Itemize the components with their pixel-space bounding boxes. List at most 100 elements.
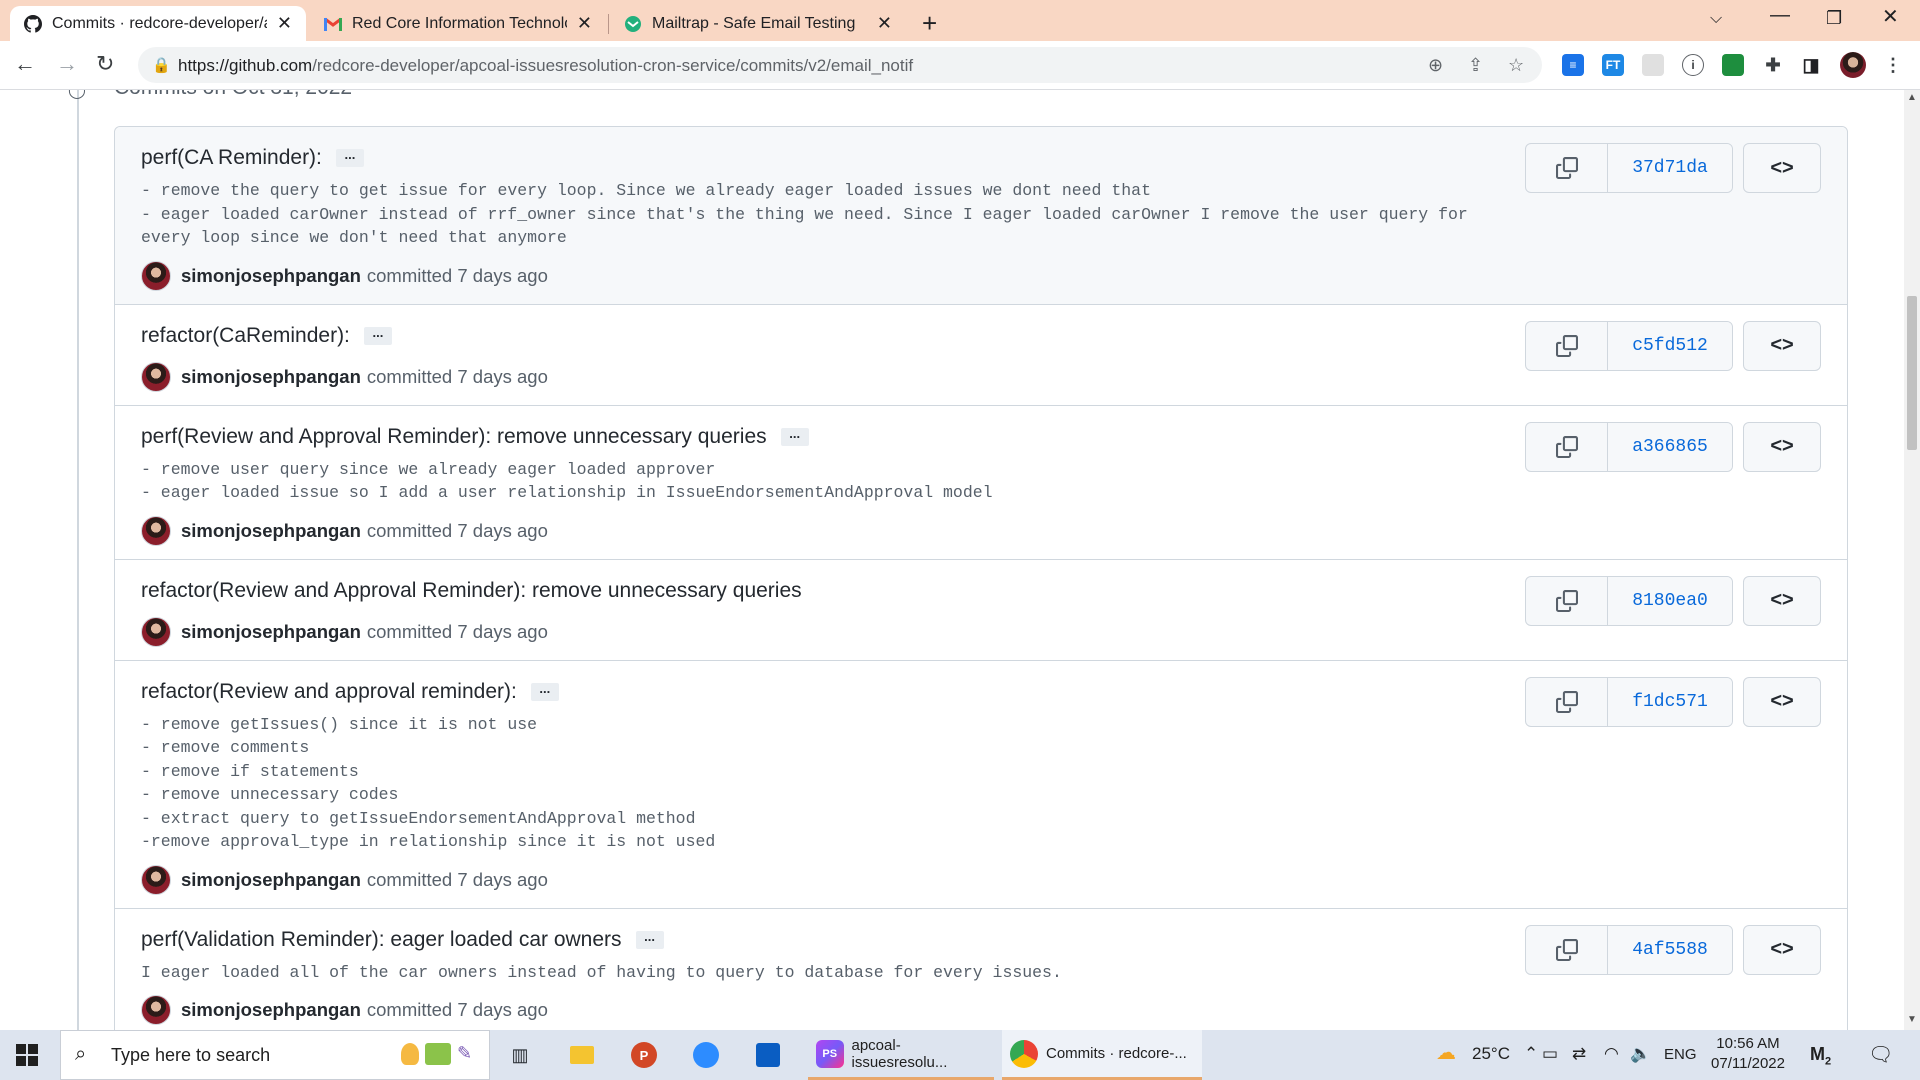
extension-green-icon[interactable] <box>1722 54 1744 76</box>
copy-sha-button[interactable] <box>1526 677 1608 726</box>
commit-sha-link[interactable]: f1dc571 <box>1608 677 1732 726</box>
scroll-down-arrow-icon[interactable]: ▼ <box>1907 1014 1917 1025</box>
back-arrow-icon[interactable]: ← <box>14 51 36 77</box>
commit-sha-link[interactable]: 37d71da <box>1608 144 1732 192</box>
browse-repo-button[interactable]: <> <box>1743 143 1821 193</box>
tab-gmail[interactable]: Red Core Information Technology ✕ <box>310 6 606 41</box>
file-explorer-icon[interactable] <box>566 1039 598 1071</box>
browse-repo-button[interactable]: <> <box>1743 924 1821 975</box>
copy-icon <box>1555 157 1578 179</box>
commit-author-link[interactable]: simonjosephpangan <box>181 869 361 891</box>
copy-sha-button[interactable] <box>1526 321 1608 370</box>
copy-sha-button[interactable] <box>1526 925 1608 974</box>
zoom-app-icon[interactable] <box>690 1039 722 1071</box>
powerpoint-icon[interactable]: P <box>628 1039 660 1071</box>
volume-icon[interactable]: 🔈 <box>1630 1044 1651 1064</box>
commit-sha-link[interactable]: a366865 <box>1608 422 1732 471</box>
avatar[interactable] <box>141 995 171 1025</box>
commit-message-link[interactable]: perf(Validation Reminder): eager loaded … <box>141 928 622 952</box>
close-window-icon[interactable]: ✕ <box>1882 4 1899 29</box>
commit-description: I eager loaded all of the car owners ins… <box>141 962 1062 982</box>
taskbar-clock[interactable]: 10:56 AM 07/11/2022 <box>1708 1034 1788 1074</box>
avatar[interactable] <box>141 864 171 895</box>
browse-repo-button[interactable]: <> <box>1743 676 1821 727</box>
copy-sha-button[interactable] <box>1526 576 1608 625</box>
kebab-menu-icon[interactable]: ⋮ <box>1882 54 1904 76</box>
task-view-icon[interactable]: ▥ <box>504 1039 536 1071</box>
taskbar-search-box[interactable]: ⌕ Type here to search ✎ <box>60 1030 490 1080</box>
close-tab-icon[interactable]: ✕ <box>277 13 292 34</box>
extension-blank-icon[interactable] <box>1642 54 1664 76</box>
tab-github-commits[interactable]: Commits · redcore-developer/apcoal-issue… <box>10 6 306 41</box>
code-icon: <> <box>1770 156 1794 179</box>
zoom-icon[interactable]: ⊕ <box>1428 55 1443 76</box>
browse-repo-button[interactable]: <> <box>1743 320 1821 371</box>
url-text[interactable]: https://github.com/redcore-developer/apc… <box>178 56 913 76</box>
expand-description-button[interactable]: ... <box>335 148 364 167</box>
tab-mailtrap[interactable]: Mailtrap - Safe Email Testing ✕ <box>610 6 906 41</box>
expand-description-button[interactable]: ... <box>780 427 809 446</box>
profile-avatar[interactable] <box>1840 52 1866 78</box>
extension-circle-icon[interactable]: i <box>1682 54 1704 76</box>
commit-message-link[interactable]: perf(Review and Approval Reminder): remo… <box>141 425 767 449</box>
wifi-icon[interactable]: ◠ <box>1604 1044 1619 1064</box>
network-icon[interactable]: ⇄ <box>1572 1044 1586 1064</box>
commit-list: perf(CA Reminder):... - remove the query … <box>114 126 1848 1030</box>
temperature-label[interactable]: 25°C <box>1472 1044 1510 1064</box>
tab-search-chevron-icon[interactable]: ⌵ <box>1710 10 1722 28</box>
commit-author-link[interactable]: simonjosephpangan <box>181 621 361 643</box>
scrollbar-thumb[interactable] <box>1907 296 1917 450</box>
commit-message-link[interactable]: refactor(Review and approval reminder): <box>141 680 517 704</box>
commit-author-link[interactable]: simonjosephpangan <box>181 520 361 542</box>
reload-icon[interactable]: ↻ <box>96 51 114 77</box>
battery-icon[interactable]: ▭ <box>1542 1044 1558 1064</box>
avatar[interactable] <box>141 260 171 291</box>
avatar[interactable] <box>141 361 171 392</box>
commit-message-link[interactable]: refactor(CaReminder): <box>141 324 350 348</box>
browse-repo-button[interactable]: <> <box>1743 421 1821 472</box>
commit-author-link[interactable]: simonjosephpangan <box>181 999 361 1021</box>
scroll-up-arrow-icon[interactable]: ▲ <box>1907 92 1917 103</box>
commit-author-link[interactable]: simonjosephpangan <box>181 366 361 388</box>
bookmark-star-icon[interactable]: ☆ <box>1508 55 1524 76</box>
commit-message-link[interactable]: perf(CA Reminder): <box>141 146 322 170</box>
expand-description-button[interactable]: ... <box>363 326 392 345</box>
page-scrollbar[interactable]: ▲ ▼ <box>1904 90 1920 1030</box>
close-tab-icon[interactable]: ✕ <box>877 13 892 34</box>
minimize-icon[interactable]: — <box>1770 4 1790 27</box>
extensions-puzzle-icon[interactable]: ✚ <box>1762 54 1784 76</box>
commit-time: committed 7 days ago <box>366 264 548 286</box>
copy-icon <box>1555 589 1578 612</box>
share-icon[interactable]: ⇪ <box>1468 55 1483 76</box>
expand-description-button[interactable]: ... <box>530 682 559 701</box>
extension-ft-icon[interactable]: FT <box>1602 54 1624 76</box>
taskbar-app-chrome[interactable]: Commits · redcore-... <box>1002 1030 1202 1080</box>
commit-sha-link[interactable]: 8180ea0 <box>1608 576 1732 625</box>
action-center-icon[interactable]: 🗨 <box>1868 1042 1893 1067</box>
browse-repo-button[interactable]: <> <box>1743 575 1821 626</box>
language-indicator[interactable]: ENG <box>1664 1046 1697 1063</box>
sha-button-group: 4af5588 <box>1525 924 1733 975</box>
notification-badge-icon[interactable]: M2 <box>1810 1044 1831 1068</box>
windows-start-icon[interactable] <box>16 1044 38 1066</box>
commit-message-link[interactable]: refactor(Review and Approval Reminder): … <box>141 579 802 603</box>
extension-filter-icon[interactable]: ≡ <box>1562 54 1584 76</box>
maximize-icon[interactable]: ❐ <box>1826 8 1842 29</box>
new-tab-icon[interactable]: + <box>922 8 937 39</box>
address-bar[interactable]: 🔒 https://github.com/redcore-developer/a… <box>138 47 1542 83</box>
taskbar-app-phpstorm[interactable]: PS apcoal-issuesresolu... <box>808 1030 994 1080</box>
expand-description-button[interactable]: ... <box>635 930 664 949</box>
close-tab-icon[interactable]: ✕ <box>577 13 592 34</box>
avatar[interactable] <box>141 616 171 647</box>
forward-arrow-icon[interactable]: → <box>56 51 78 77</box>
weather-icon[interactable]: ☁ <box>1436 1040 1456 1065</box>
tray-chevron-icon[interactable]: ⌃ <box>1524 1044 1538 1064</box>
commit-sha-link[interactable]: 4af5588 <box>1608 925 1732 974</box>
side-panel-icon[interactable]: ◨ <box>1800 54 1822 76</box>
avatar[interactable] <box>141 515 171 546</box>
commit-author-link[interactable]: simonjosephpangan <box>181 265 361 287</box>
copy-sha-button[interactable] <box>1526 144 1608 192</box>
commit-sha-link[interactable]: c5fd512 <box>1608 321 1732 370</box>
store-app-icon[interactable] <box>752 1039 784 1071</box>
copy-sha-button[interactable] <box>1526 422 1608 471</box>
